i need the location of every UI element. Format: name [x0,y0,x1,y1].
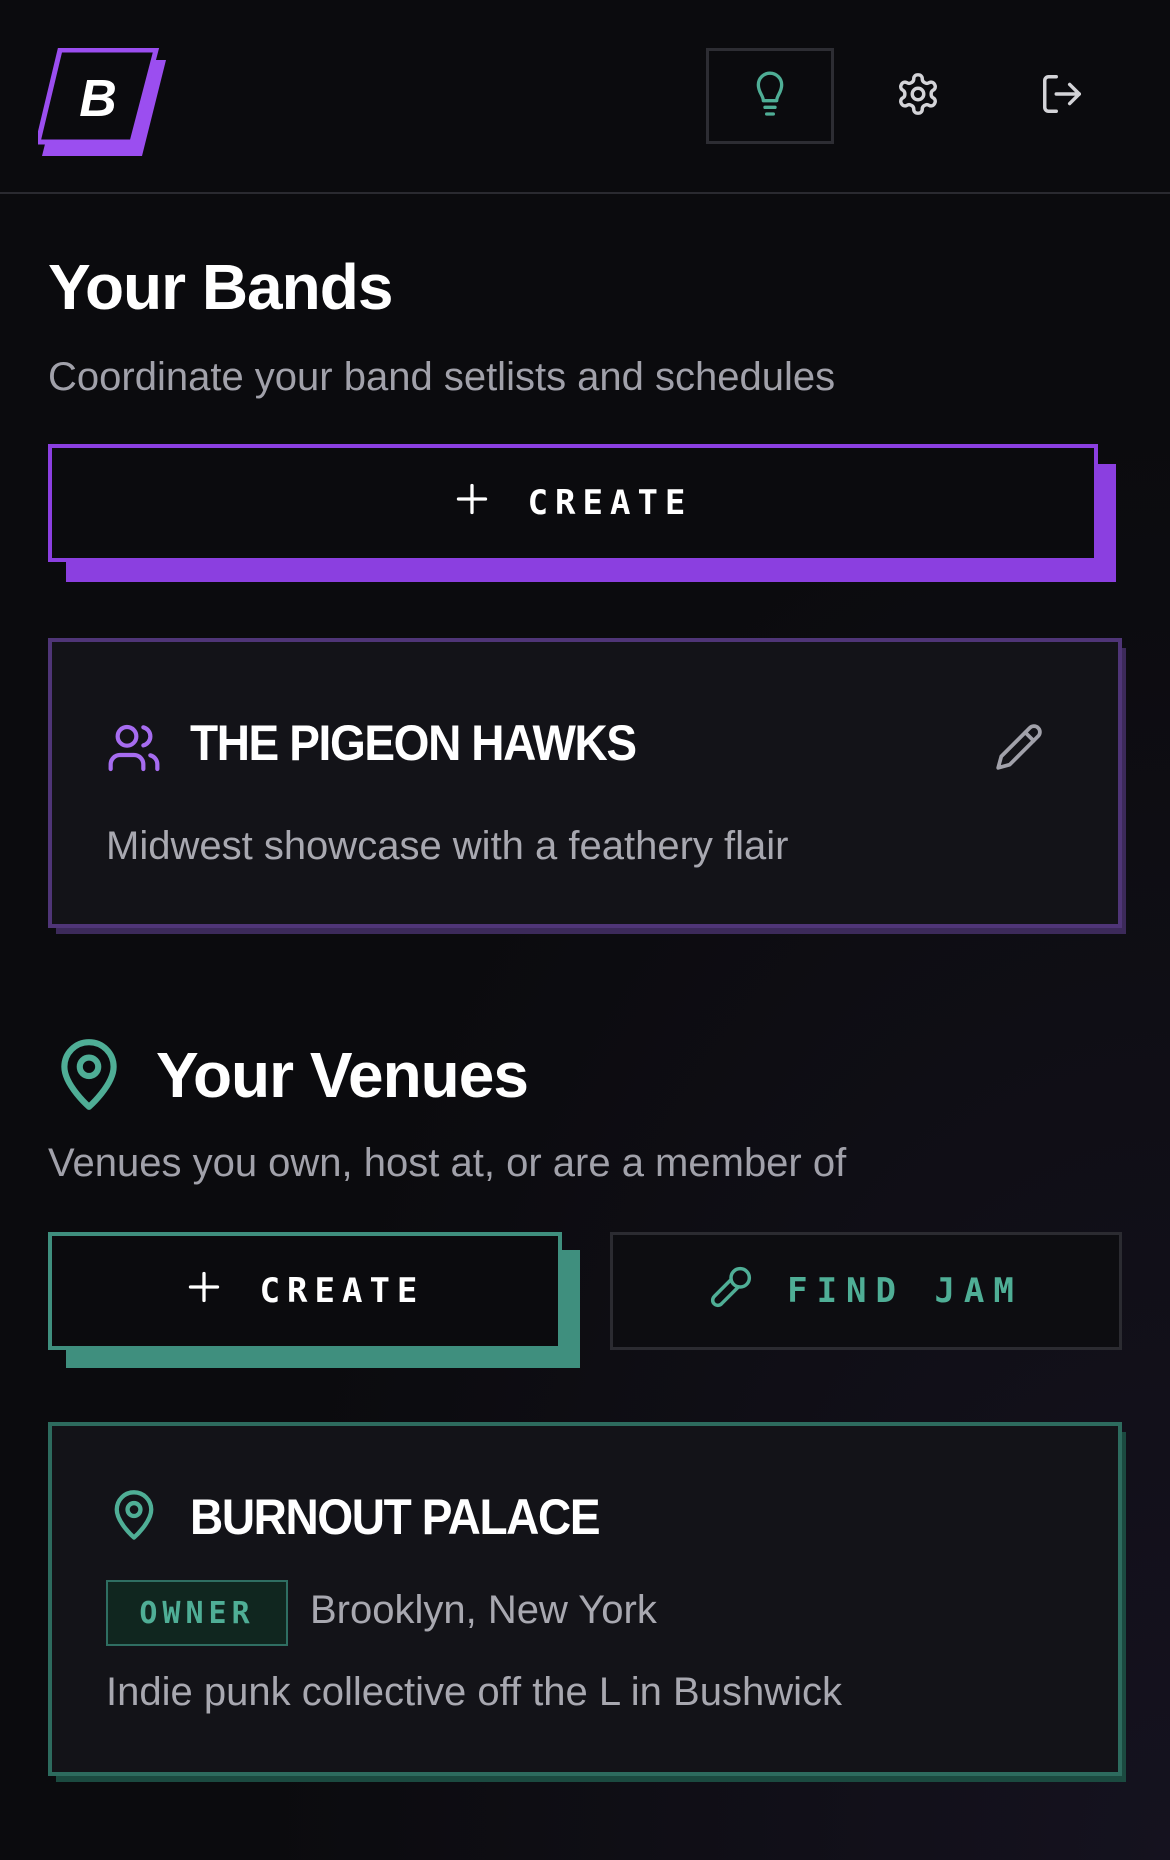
app-header: B [0,0,1170,194]
tips-button[interactable] [706,48,834,144]
lightbulb-icon [750,69,790,124]
settings-button[interactable] [854,48,982,144]
logout-button[interactable] [998,48,1126,144]
venues-section-title: Your Venues [156,1039,529,1111]
logout-icon [1039,71,1085,122]
venue-pin-icon [108,1488,160,1549]
band-card[interactable]: THE PIGEON HAWKS Midwest showcase with a… [48,638,1122,928]
bands-section-title: Your Bands [48,251,393,323]
logo-letter: B [79,70,117,128]
app-logo[interactable]: B [34,47,168,158]
venue-role-badge: OWNER [106,1580,288,1646]
create-venue-button[interactable]: CREATE [48,1232,562,1350]
find-jam-label: FIND JAM [787,1271,1023,1311]
find-jam-button[interactable]: FIND JAM [610,1232,1122,1350]
venue-description: Indie punk collective off the L in Bushw… [106,1670,842,1714]
plus-icon [454,481,490,526]
create-band-button[interactable]: CREATE [48,444,1098,562]
create-band-label: CREATE [527,483,693,523]
bands-section-subtitle: Coordinate your band setlists and schedu… [48,355,836,399]
band-name: THE PIGEON HAWKS [190,715,637,771]
plus-icon [186,1269,222,1314]
map-pin-icon [52,1036,126,1121]
band-description: Midwest showcase with a feathery flair [106,824,789,868]
venue-name: BURNOUT PALACE [190,1489,601,1545]
venues-section-subtitle: Venues you own, host at, or are a member… [48,1141,847,1185]
microphone-icon [709,1265,753,1318]
edit-pencil-icon[interactable] [994,722,1044,777]
gear-icon [895,71,941,122]
venue-location: Brooklyn, New York [310,1588,657,1632]
venue-card[interactable]: BURNOUT PALACE OWNER Brooklyn, New York … [48,1422,1122,1776]
create-venue-label: CREATE [259,1271,425,1311]
users-icon [106,720,162,781]
